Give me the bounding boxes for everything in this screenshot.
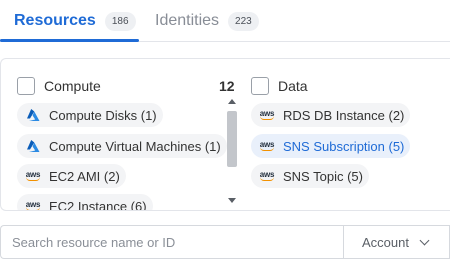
chip-sns-subscription[interactable]: aws SNS Subscription (5): [251, 134, 411, 158]
account-filter-dropdown[interactable]: Account: [343, 225, 450, 259]
compute-column-title: Compute: [44, 78, 101, 94]
tab-resources-label: Resources: [14, 12, 96, 29]
chip-label: RDS DB Instance (2): [283, 107, 405, 123]
chip-ec2-ami[interactable]: aws EC2 AMI (2): [17, 164, 126, 188]
chip-ec2-instance[interactable]: aws EC2 Instance (6): [17, 194, 153, 211]
scroll-down-arrow-icon[interactable]: [228, 198, 236, 203]
search-box: [0, 225, 343, 259]
chip-label: SNS Subscription (5): [283, 138, 405, 154]
aws-icon: aws: [259, 170, 275, 181]
azure-icon: [25, 108, 41, 122]
tab-identities-count-badge: 223: [228, 11, 259, 31]
scroll-up-arrow-icon[interactable]: [228, 99, 236, 104]
tab-resources[interactable]: Resources 186: [14, 0, 136, 42]
compute-checkbox[interactable]: [17, 77, 35, 95]
azure-icon: [25, 139, 41, 153]
search-input[interactable]: [1, 226, 343, 258]
chip-compute-virtual-machines[interactable]: Compute Virtual Machines (1): [17, 134, 227, 158]
tab-identities[interactable]: Identities 223: [155, 0, 259, 42]
aws-icon: aws: [25, 200, 41, 209]
chevron-down-icon: [419, 235, 430, 245]
aws-icon: aws: [25, 170, 41, 181]
chip-label: Compute Disks (1): [49, 107, 157, 123]
compute-column-header: Compute: [17, 76, 101, 96]
tab-resources-count-badge: 186: [104, 11, 136, 31]
tab-bar: Resources 186 Identities 223: [0, 0, 450, 42]
account-filter-label: Account: [362, 234, 409, 250]
chip-label: Compute Virtual Machines (1): [49, 138, 221, 154]
data-checkbox[interactable]: [251, 77, 269, 95]
tab-identities-label: Identities: [155, 12, 220, 29]
compute-list-scrollbar[interactable]: [226, 99, 238, 203]
aws-icon: aws: [259, 109, 275, 120]
scroll-thumb[interactable]: [227, 111, 237, 167]
chip-label: EC2 AMI (2): [49, 168, 120, 184]
resource-category-panel: Compute 12 Compute Disks (1) Compute Vir…: [0, 58, 450, 211]
aws-icon: aws: [259, 140, 275, 151]
active-tab-indicator: [0, 39, 139, 42]
chip-label: SNS Topic (5): [283, 168, 363, 184]
data-column-title: Data: [278, 78, 308, 94]
data-column-header: Data: [251, 76, 308, 96]
chip-rds-db-instance[interactable]: aws RDS DB Instance (2): [251, 103, 411, 127]
chip-compute-disks[interactable]: Compute Disks (1): [17, 103, 163, 127]
chip-sns-topic[interactable]: aws SNS Topic (5): [251, 164, 369, 188]
chip-label: EC2 Instance (6): [49, 198, 147, 211]
compute-count: 12: [219, 78, 235, 94]
